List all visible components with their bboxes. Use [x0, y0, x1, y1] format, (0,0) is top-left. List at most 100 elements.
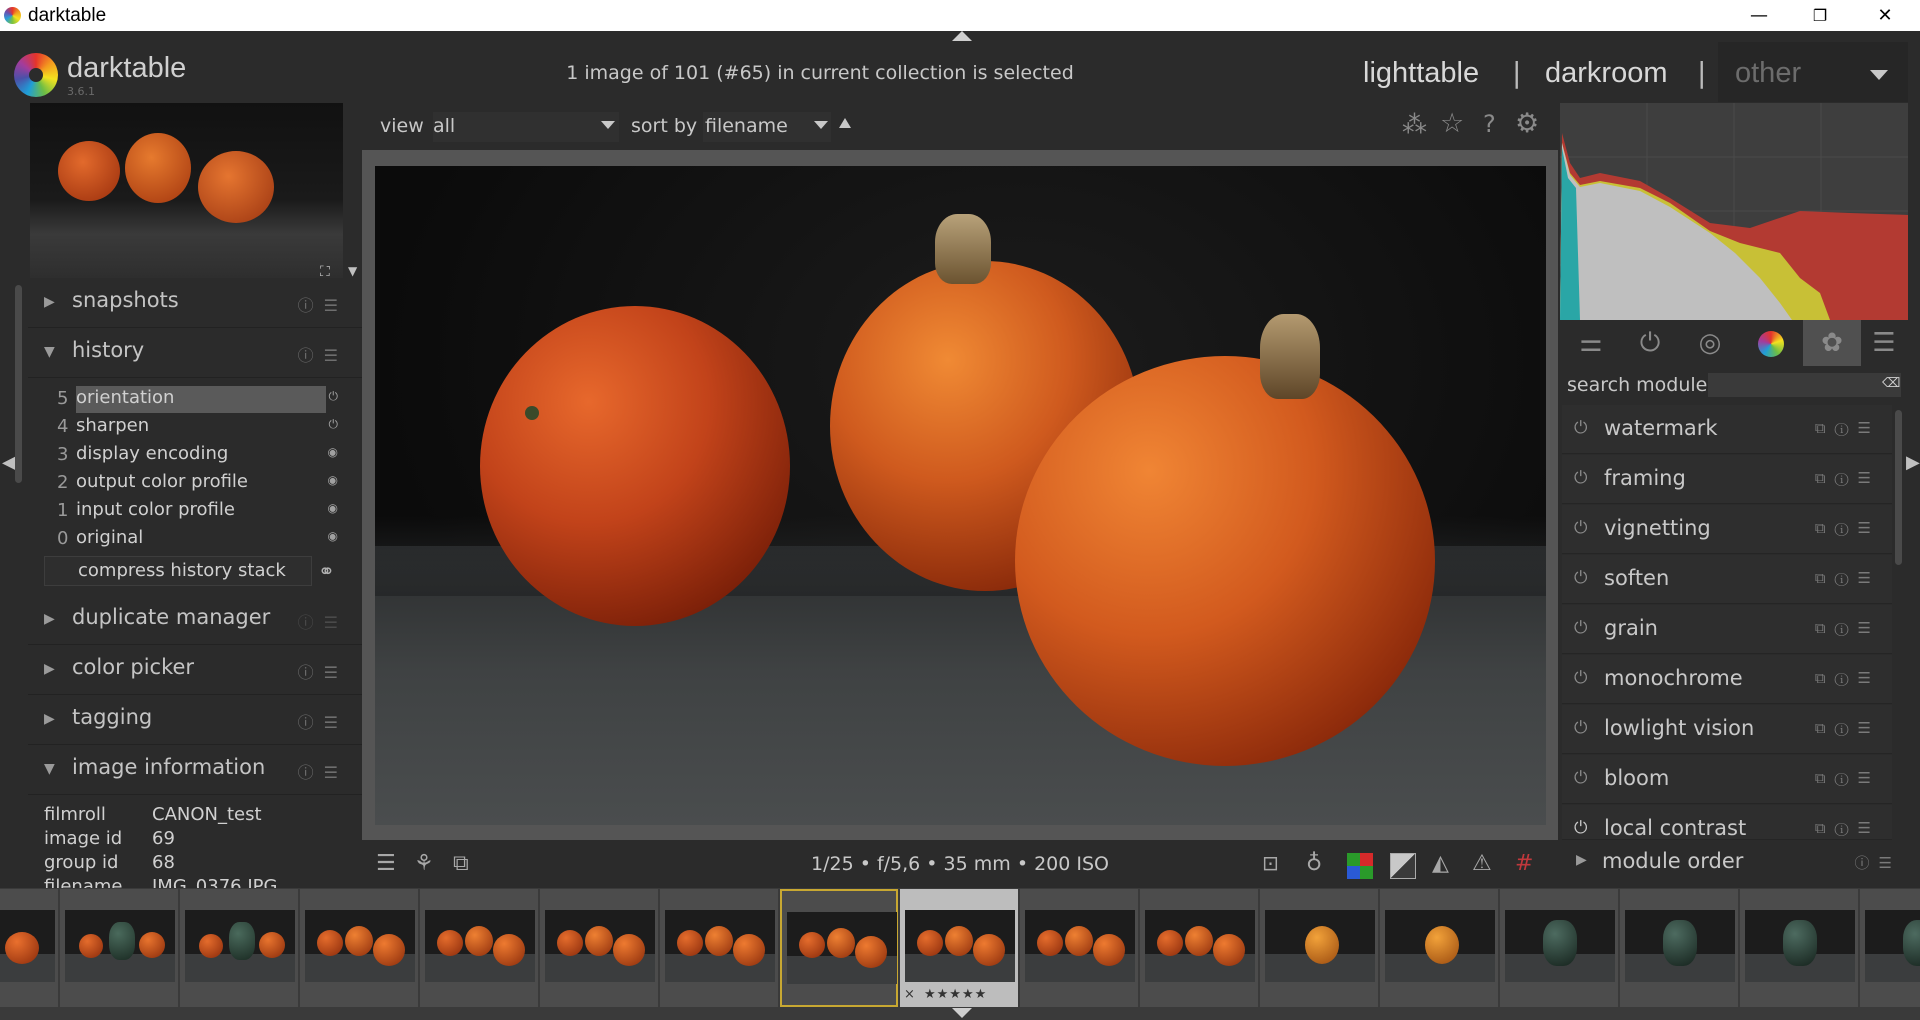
chevron-down-icon[interactable] [601, 121, 615, 129]
maximize-button[interactable]: ❐ [1797, 0, 1843, 31]
module-framing[interactable]: ⏻ framing ⧉ⓘ☰ [1562, 455, 1892, 504]
power-icon[interactable]: ⏻ [1574, 418, 1587, 438]
module-order-section[interactable]: ▶ module order ⓘ☰ [1562, 840, 1907, 886]
iso12646-icon[interactable]: ♁ [1306, 851, 1322, 876]
section-history[interactable]: ▼ history ⓘ☰ [28, 328, 362, 378]
top-panel-toggle-icon[interactable] [952, 31, 972, 41]
power-icon[interactable]: ⏻ [1574, 618, 1587, 638]
filmstrip-thumbnail[interactable] [420, 889, 538, 1007]
thumbnail-reject-icon[interactable]: × [904, 987, 915, 1002]
thumbnail-star-rating[interactable]: ★★★★★ [924, 987, 987, 1002]
zoom-dropdown-icon[interactable]: ▼ [348, 264, 357, 278]
clear-search-icon[interactable]: ⌫ [1882, 376, 1900, 391]
tab-effect-modules[interactable]: ✿ [1803, 320, 1861, 366]
section-snapshots[interactable]: ▶ snapshots ⓘ☰ [28, 278, 362, 328]
section-reset-presets-icons[interactable]: ⓘ☰ [298, 342, 348, 366]
section-color-picker[interactable]: ▶ color picker ⓘ☰ [28, 645, 362, 695]
filmstrip-thumbnail[interactable] [540, 889, 658, 1007]
filmstrip-thumbnail[interactable] [1140, 889, 1258, 1007]
warning-icon[interactable]: ⚠ [1472, 851, 1492, 876]
section-reset-presets-icons[interactable]: ⓘ☰ [298, 292, 348, 316]
filmstrip-thumbnail[interactable] [1860, 889, 1920, 1007]
tab-quick-access[interactable]: ⚌ [1562, 320, 1620, 366]
module-grain[interactable]: ⏻ grain ⧉ⓘ☰ [1562, 605, 1892, 654]
color-labels-icon[interactable]: ⁂ [1402, 110, 1427, 139]
tab-active-modules[interactable]: ⏻ [1621, 320, 1679, 366]
module-local-contrast[interactable]: ⏻ local contrast ⧉ⓘ☰ [1562, 805, 1892, 840]
filmstrip-thumbnail[interactable] [60, 889, 178, 1007]
main-image[interactable] [375, 166, 1546, 825]
guides-icon[interactable]: # [1515, 851, 1533, 876]
section-reset-presets-icons[interactable]: ⓘ☰ [298, 609, 348, 633]
histogram[interactable] [1560, 103, 1908, 320]
module-actions-icons[interactable]: ⧉ⓘ☰ [1815, 519, 1880, 537]
overexposed-icon[interactable]: ◭ [1432, 851, 1449, 876]
second-window-icon[interactable]: ⧉ [453, 851, 469, 876]
tab-base-modules[interactable]: ◎ [1681, 320, 1739, 366]
module-actions-icons[interactable]: ⧉ⓘ☰ [1815, 619, 1880, 637]
module-actions-icons[interactable]: ⧉ⓘ☰ [1815, 769, 1880, 787]
module-lowlight-vision[interactable]: ⏻ lowlight vision ⧉ⓘ☰ [1562, 705, 1892, 754]
history-item[interactable]: 0 original ◉ [46, 525, 346, 553]
history-item[interactable]: 4 sharpen ⏻ [46, 413, 346, 441]
right-panel-scrollbar[interactable] [1895, 410, 1902, 565]
left-panel-collapse-icon[interactable]: ◀ [2, 452, 16, 473]
module-actions-icons[interactable]: ⧉ⓘ☰ [1815, 669, 1880, 687]
sort-by-dropdown[interactable]: filename [703, 112, 831, 142]
section-image-information[interactable]: ▼ image information ⓘ☰ [28, 745, 362, 795]
close-button[interactable]: ✕ [1862, 0, 1908, 31]
filmstrip-thumbnail[interactable] [780, 889, 898, 1007]
search-module-input[interactable] [1708, 373, 1901, 397]
section-reset-presets-icons[interactable]: ⓘ☰ [298, 659, 348, 683]
section-reset-presets-icons[interactable]: ⓘ☰ [298, 759, 348, 783]
filmstrip-thumbnail[interactable] [1260, 889, 1378, 1007]
filmstrip-thumbnail[interactable] [1740, 889, 1858, 1007]
minimize-button[interactable]: — [1736, 0, 1782, 31]
softproof-icon[interactable] [1347, 853, 1373, 879]
filmstrip-thumbnail[interactable] [180, 889, 298, 1007]
section-duplicate-manager[interactable]: ▶ duplicate manager ⓘ☰ [28, 595, 362, 645]
styles-icon[interactable]: ⚘ [414, 851, 434, 876]
filmstrip-thumbnail[interactable] [1620, 889, 1738, 1007]
chevron-down-icon[interactable] [814, 121, 828, 129]
module-actions-icons[interactable]: ⧉ⓘ☰ [1815, 719, 1880, 737]
right-panel-collapse-icon[interactable]: ▶ [1906, 452, 1920, 473]
filmstrip-thumbnail[interactable] [660, 889, 778, 1007]
filmstrip-thumbnail[interactable] [1020, 889, 1138, 1007]
view-other[interactable]: other [1735, 57, 1801, 90]
history-item[interactable]: 3 display encoding ◉ [46, 441, 346, 469]
filmstrip-thumbnail[interactable] [0, 889, 58, 1007]
filmstrip-thumbnail[interactable]: × ★★★★★ [900, 889, 1018, 1007]
gear-icon[interactable]: ⚙ [1515, 108, 1539, 139]
section-tagging[interactable]: ▶ tagging ⓘ☰ [28, 695, 362, 745]
module-watermark[interactable]: ⏻ watermark ⧉ⓘ☰ [1562, 405, 1892, 454]
module-soften[interactable]: ⏻ soften ⧉ⓘ☰ [1562, 555, 1892, 604]
help-icon[interactable]: ? [1483, 110, 1496, 138]
view-filter-dropdown[interactable]: all [433, 112, 619, 142]
focus-peaking-icon[interactable]: ⊡ [1262, 851, 1279, 875]
history-item[interactable]: 2 output color profile ◉ [46, 469, 346, 497]
chevron-down-icon[interactable] [1870, 70, 1888, 80]
tab-color-modules[interactable] [1742, 320, 1800, 366]
module-actions-icons[interactable]: ⧉ⓘ☰ [1815, 819, 1880, 837]
module-actions-icons[interactable]: ⧉ⓘ☰ [1815, 419, 1880, 437]
power-icon[interactable]: ⏻ [1574, 568, 1587, 588]
power-icon[interactable]: ⏻ [1574, 668, 1587, 688]
filmstrip-thumbnail[interactable] [1500, 889, 1618, 1007]
filmstrip-thumbnail[interactable] [300, 889, 418, 1007]
view-darkroom[interactable]: darkroom [1545, 57, 1668, 90]
section-reset-presets-icons[interactable]: ⓘ☰ [298, 709, 348, 733]
create-style-icon[interactable]: ⚭ [318, 559, 335, 583]
section-reset-presets-icons[interactable]: ⓘ☰ [1855, 852, 1901, 873]
power-icon[interactable]: ⏻ [1574, 718, 1587, 738]
module-monochrome[interactable]: ⏻ monochrome ⧉ⓘ☰ [1562, 655, 1892, 704]
filmstrip-thumbnail[interactable] [1380, 889, 1498, 1007]
left-panel-scrollbar[interactable] [15, 285, 22, 483]
history-item[interactable]: 5 orientation ⏻ [46, 385, 346, 413]
power-on-icon[interactable]: ⏻ [1574, 818, 1587, 838]
bottom-panel-toggle-icon[interactable] [952, 1008, 972, 1018]
sort-order-icon[interactable] [839, 118, 851, 128]
module-vignetting[interactable]: ⏻ vignetting ⧉ⓘ☰ [1562, 505, 1892, 554]
gamut-check-icon[interactable] [1390, 853, 1416, 879]
quick-access-presets-icon[interactable]: ☰ [376, 851, 396, 876]
